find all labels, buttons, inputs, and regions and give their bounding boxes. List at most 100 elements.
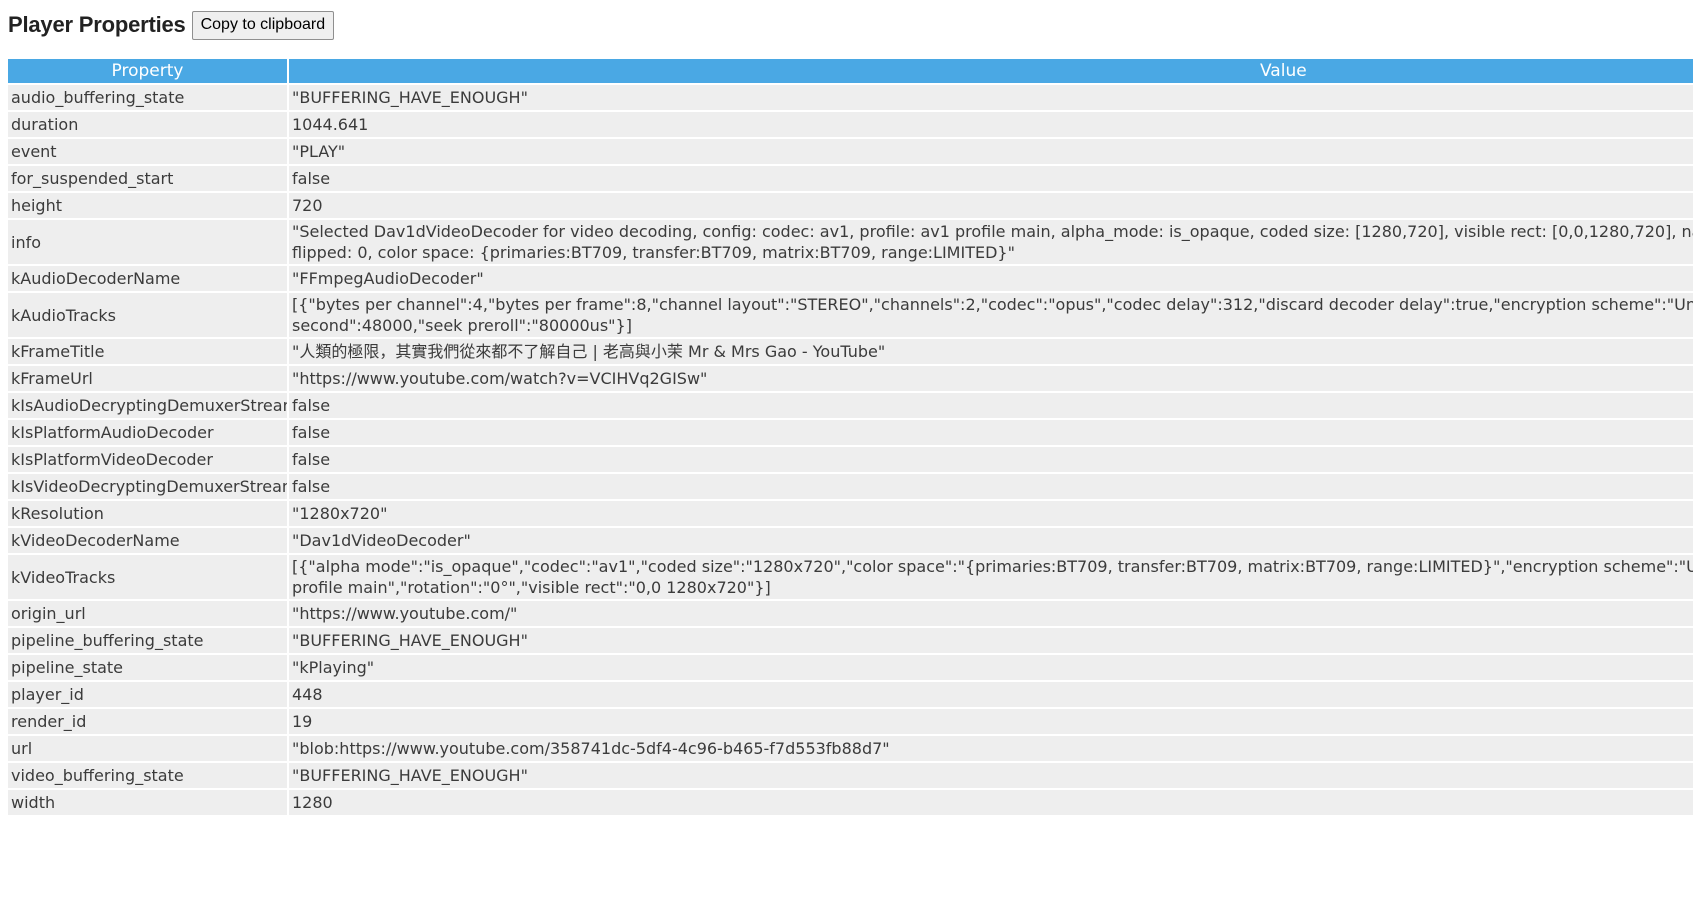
value-text: "人類的極限，其實我們從來都不了解自己 | 老高與小茉 Mr & Mrs Gao… — [292, 342, 886, 361]
table-row: info "Selected Dav1dVideoDecoder for vide… — [8, 220, 1693, 264]
property-cell: kIsVideoDecryptingDemuxerStream — [8, 474, 287, 499]
table-row: player_id 448 — [8, 682, 1693, 707]
value-cell: "FFmpegAudioDecoder" — [289, 266, 1693, 291]
value-cell: false — [289, 393, 1693, 418]
table-row: kVideoDecoderName "Dav1dVideoDecoder" — [8, 528, 1693, 553]
value-text: 720 — [292, 196, 323, 215]
table-row: kFrameTitle "人類的極限，其實我們從來都不了解自己 | 老高與小茉 M… — [8, 339, 1693, 364]
property-cell: event — [8, 139, 287, 164]
property-cell: kIsPlatformVideoDecoder — [8, 447, 287, 472]
property-cell: kFrameUrl — [8, 366, 287, 391]
table-row: kIsPlatformAudioDecoder false — [8, 420, 1693, 445]
value-cell: "Dav1dVideoDecoder" — [289, 528, 1693, 553]
table-row: pipeline_state "kPlaying" — [8, 655, 1693, 680]
table-row: height 720 — [8, 193, 1693, 218]
value-cell: "人類的極限，其實我們從來都不了解自己 | 老高與小茉 Mr & Mrs Gao… — [289, 339, 1693, 364]
table-row: duration 1044.641 — [8, 112, 1693, 137]
value-cell: 1280 — [289, 790, 1693, 815]
table-header-row: Property Value — [8, 59, 1693, 83]
value-cell: 19 — [289, 709, 1693, 734]
property-cell: video_buffering_state — [8, 763, 287, 788]
table-row: kVideoTracks [{"alpha mode":"is_opaque","… — [8, 555, 1693, 599]
property-cell: pipeline_state — [8, 655, 287, 680]
property-cell: pipeline_buffering_state — [8, 628, 287, 653]
value-text: "blob:https://www.youtube.com/358741dc-5… — [292, 739, 890, 758]
value-text: 19 — [292, 712, 313, 731]
value-cell: "blob:https://www.youtube.com/358741dc-5… — [289, 736, 1693, 761]
column-header-property: Property — [8, 59, 287, 83]
page-title: Player Properties — [8, 12, 186, 37]
table-row: kResolution "1280x720" — [8, 501, 1693, 526]
value-text: [{"alpha mode":"is_opaque","codec":"av1"… — [292, 557, 1693, 576]
value-text: "FFmpegAudioDecoder" — [292, 269, 484, 288]
table-row: video_buffering_state "BUFFERING_HAVE_ENO… — [8, 763, 1693, 788]
value-text: "https://www.youtube.com/" — [292, 604, 518, 623]
value-cell: "PLAY" — [289, 139, 1693, 164]
value-text: false — [292, 396, 331, 415]
value-cell: "BUFFERING_HAVE_ENOUGH" — [289, 763, 1693, 788]
property-cell: kFrameTitle — [8, 339, 287, 364]
property-cell: kAudioDecoderName — [8, 266, 287, 291]
value-text: false — [292, 169, 331, 188]
value-cell: false — [289, 474, 1693, 499]
table-row: kIsVideoDecryptingDemuxerStream false — [8, 474, 1693, 499]
table-row: origin_url "https://www.youtube.com/" — [8, 601, 1693, 626]
value-text: "Selected Dav1dVideoDecoder for video de… — [292, 222, 1693, 241]
table-row: for_suspended_start false — [8, 166, 1693, 191]
value-cell: 720 — [289, 193, 1693, 218]
value-text: second":48000,"seek preroll":"80000us"}] — [292, 316, 632, 335]
property-cell: kIsPlatformAudioDecoder — [8, 420, 287, 445]
table-row: width 1280 — [8, 790, 1693, 815]
table-row: event "PLAY" — [8, 139, 1693, 164]
value-text: [{"bytes per channel":4,"bytes per frame… — [292, 295, 1693, 314]
value-cell: "1280x720" — [289, 501, 1693, 526]
property-cell: kResolution — [8, 501, 287, 526]
value-text: "BUFFERING_HAVE_ENOUGH" — [292, 766, 528, 785]
table-row: audio_buffering_state "BUFFERING_HAVE_ENO… — [8, 85, 1693, 110]
value-cell: 448 — [289, 682, 1693, 707]
value-text: 1044.641 — [292, 115, 369, 134]
value-text: flipped: 0, color space: {primaries:BT70… — [292, 243, 1015, 262]
value-cell: "kPlaying" — [289, 655, 1693, 680]
table-row: kAudioDecoderName "FFmpegAudioDecoder" — [8, 266, 1693, 291]
value-text: "PLAY" — [292, 142, 346, 161]
value-cell: false — [289, 420, 1693, 445]
value-text: "kPlaying" — [292, 658, 375, 677]
value-text: "BUFFERING_HAVE_ENOUGH" — [292, 631, 528, 650]
value-cell: false — [289, 447, 1693, 472]
value-text: "https://www.youtube.com/watch?v=VCIHVq2… — [292, 369, 708, 388]
property-cell: render_id — [8, 709, 287, 734]
value-text: false — [292, 423, 331, 442]
table-body: audio_buffering_state "BUFFERING_HAVE_ENO… — [8, 85, 1693, 815]
value-cell: "BUFFERING_HAVE_ENOUGH" — [289, 85, 1693, 110]
value-cell: 1044.641 — [289, 112, 1693, 137]
property-cell: kAudioTracks — [8, 293, 287, 337]
property-cell: audio_buffering_state — [8, 85, 287, 110]
copy-to-clipboard-button[interactable]: Copy to clipboard — [191, 10, 335, 40]
properties-table: Property Value audio_buffering_state "BUF… — [8, 57, 1693, 817]
property-cell: info — [8, 220, 287, 264]
table-row: kFrameUrl "https://www.youtube.com/watch?… — [8, 366, 1693, 391]
property-cell: duration — [8, 112, 287, 137]
value-cell: "https://www.youtube.com/" — [289, 601, 1693, 626]
property-cell: for_suspended_start — [8, 166, 287, 191]
table-row: render_id 19 — [8, 709, 1693, 734]
value-text: "1280x720" — [292, 504, 388, 523]
value-cell: [{"alpha mode":"is_opaque","codec":"av1"… — [289, 555, 1693, 599]
property-cell: origin_url — [8, 601, 287, 626]
properties-table-container: Property Value audio_buffering_state "BUF… — [8, 57, 1693, 817]
value-cell: [{"bytes per channel":4,"bytes per frame… — [289, 293, 1693, 337]
property-cell: width — [8, 790, 287, 815]
value-text: "Dav1dVideoDecoder" — [292, 531, 471, 550]
table-row: kIsPlatformVideoDecoder false — [8, 447, 1693, 472]
value-text: false — [292, 477, 331, 496]
property-cell: url — [8, 736, 287, 761]
property-cell: kVideoTracks — [8, 555, 287, 599]
value-cell: false — [289, 166, 1693, 191]
value-text: 1280 — [292, 793, 333, 812]
value-text: "BUFFERING_HAVE_ENOUGH" — [292, 88, 528, 107]
value-text: profile main","rotation":"0°","visible r… — [292, 578, 771, 597]
table-row: pipeline_buffering_state "BUFFERING_HAVE_… — [8, 628, 1693, 653]
table-row: kAudioTracks [{"bytes per channel":4,"byt… — [8, 293, 1693, 337]
property-cell: kIsAudioDecryptingDemuxerStream — [8, 393, 287, 418]
